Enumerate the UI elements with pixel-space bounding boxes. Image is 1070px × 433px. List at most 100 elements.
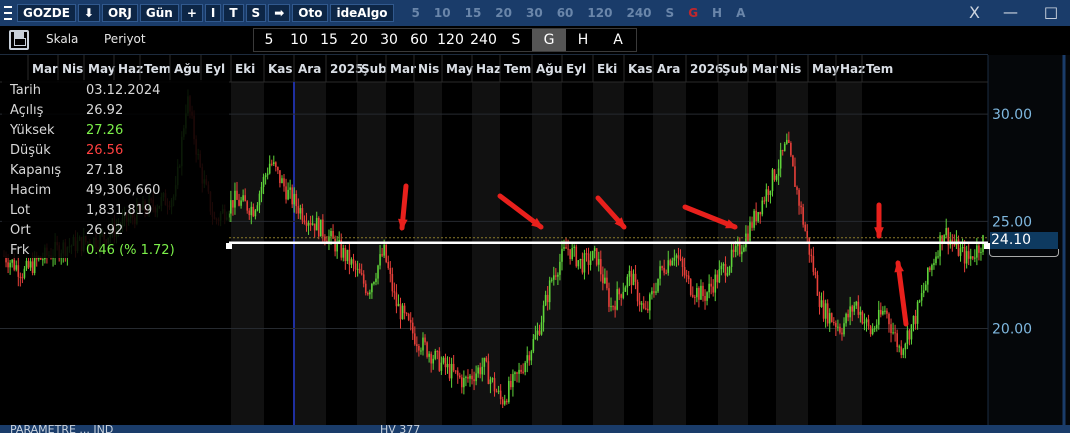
titlebar-period-60[interactable]: 60	[557, 6, 574, 20]
period-option-A[interactable]: A	[600, 29, 636, 51]
titlebar-period-5[interactable]: 5	[412, 6, 420, 20]
candle-body	[479, 367, 482, 375]
period-option-60[interactable]: 60	[404, 29, 434, 51]
download-arrow-icon[interactable]: ⬇	[77, 4, 100, 22]
candle-body	[638, 301, 641, 305]
titlebar-period-10[interactable]: 10	[434, 6, 451, 20]
titlebar-period-20[interactable]: 20	[495, 6, 512, 20]
period-option-120[interactable]: 120	[434, 29, 467, 51]
candle-body	[863, 322, 866, 324]
candle-body	[510, 380, 512, 388]
period-option-G[interactable]: G	[532, 29, 566, 51]
period-option-30[interactable]: 30	[374, 29, 404, 51]
titlebar-period-S[interactable]: S	[666, 6, 675, 20]
candle-body	[841, 332, 843, 335]
candle-body	[254, 210, 257, 217]
candle-body	[976, 245, 978, 258]
candle-body	[395, 292, 398, 307]
trendline-handle-left[interactable]	[226, 243, 232, 249]
period-option-15[interactable]: 15	[314, 29, 344, 51]
period-option-20[interactable]: 20	[344, 29, 374, 51]
scale-button[interactable]: Skala	[46, 32, 78, 46]
candle-body	[575, 246, 578, 267]
titlebar-period-G[interactable]: G	[688, 6, 698, 20]
period-option-H[interactable]: H	[566, 29, 600, 51]
candle-body	[912, 315, 915, 325]
candle-body	[487, 361, 490, 385]
candle-body	[458, 375, 461, 378]
candle-body	[644, 308, 647, 310]
candle-body	[11, 259, 13, 263]
period-option-240[interactable]: 240	[467, 29, 500, 51]
candle-body	[532, 339, 535, 352]
month-band	[836, 82, 862, 425]
periyot-button[interactable]: Periyot	[104, 32, 146, 46]
candle-body	[27, 260, 30, 268]
candle-body	[338, 239, 340, 242]
candle-body	[610, 306, 612, 308]
candle-body	[910, 324, 913, 340]
titlebar-period-240[interactable]: 240	[626, 6, 651, 20]
titlebar-period-30[interactable]: 30	[526, 6, 543, 20]
period-option-S[interactable]: S	[500, 29, 532, 51]
info-key: Düşük	[10, 142, 51, 158]
i-button[interactable]: I	[204, 4, 222, 22]
candle-body	[252, 206, 255, 217]
close-icon[interactable]: X	[969, 3, 980, 22]
candle-body	[593, 248, 596, 252]
info-value: 1,831,819	[86, 202, 153, 218]
y-tick-label: 30.00	[992, 107, 1032, 123]
minimize-icon[interactable]: —	[1003, 3, 1018, 21]
candle-body	[393, 291, 396, 293]
t-button[interactable]: T	[223, 4, 244, 22]
candle-body	[929, 267, 931, 271]
month-band	[718, 82, 748, 425]
s-button[interactable]: S	[245, 4, 267, 22]
maximize-icon[interactable]: □	[1044, 3, 1058, 21]
candle-body	[315, 218, 318, 231]
save-icon[interactable]	[9, 30, 29, 50]
candle-body	[461, 377, 463, 388]
candle-body	[624, 287, 627, 292]
candle-body	[444, 357, 447, 368]
candle-body	[781, 150, 784, 152]
titlebar-period-120[interactable]: 120	[587, 6, 612, 20]
candle-body	[853, 305, 856, 312]
candle-body	[559, 261, 561, 275]
grip-icon[interactable]	[3, 4, 13, 22]
symbol-button[interactable]: GOZDE	[17, 4, 76, 22]
candle-body	[585, 253, 588, 255]
candle-body	[971, 256, 974, 259]
titlebar-period-A[interactable]: A	[736, 6, 745, 20]
orj-button[interactable]: ORJ	[101, 4, 138, 22]
candle-body	[240, 200, 242, 206]
candle-body	[810, 254, 813, 257]
idealgo-button[interactable]: ideAlgo	[330, 4, 394, 22]
candle-body	[922, 290, 925, 294]
month-band	[593, 82, 624, 425]
candle-body	[520, 369, 522, 372]
candle-body	[364, 283, 367, 293]
period-option-10[interactable]: 10	[284, 29, 314, 51]
candle-body	[25, 260, 28, 269]
candle-body	[896, 333, 898, 348]
plus-button[interactable]: +	[180, 4, 203, 22]
right-arrow-icon[interactable]: ➡	[268, 4, 291, 22]
candle-body	[230, 200, 232, 214]
oto-button[interactable]: Oto	[292, 4, 329, 22]
candle-body	[581, 258, 584, 273]
candle-body	[802, 207, 804, 225]
candle-body	[855, 301, 858, 306]
period-option-5[interactable]: 5	[254, 29, 284, 51]
candle-body	[614, 306, 616, 310]
candle-body	[597, 259, 600, 265]
candle-body	[783, 143, 786, 151]
candle-body	[505, 400, 508, 403]
candle-body	[718, 269, 721, 283]
candle-body	[256, 205, 259, 211]
titlebar-period-15[interactable]: 15	[465, 6, 482, 20]
month-label: 2025	[330, 62, 363, 76]
period-button[interactable]: Gün	[139, 4, 179, 22]
titlebar-period-H[interactable]: H	[712, 6, 722, 20]
candle-body	[767, 189, 770, 195]
